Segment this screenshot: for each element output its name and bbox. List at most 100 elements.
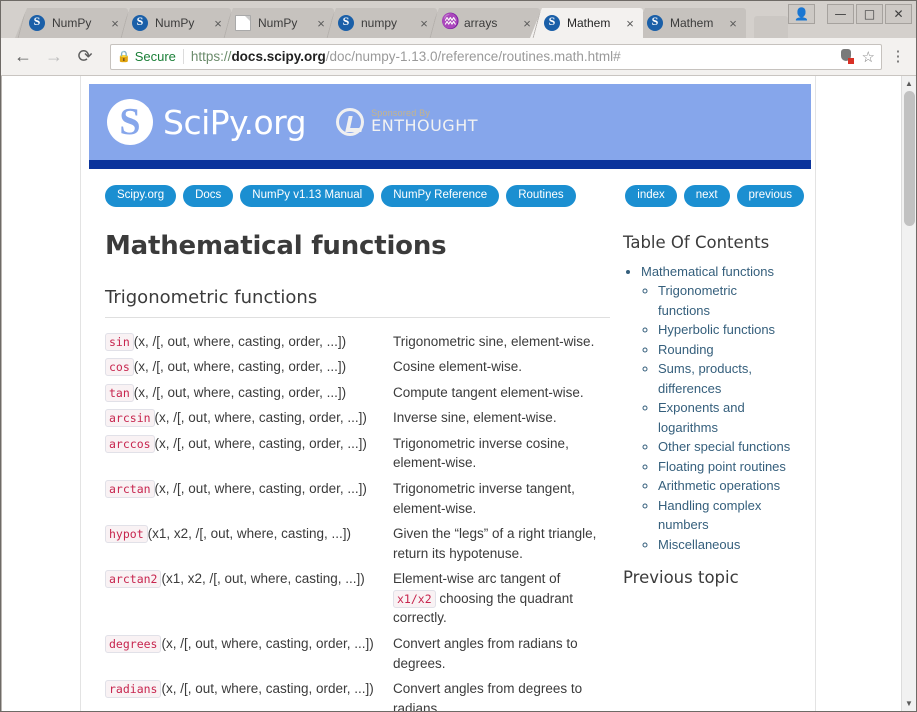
toc-link[interactable]: Exponents and logarithms (658, 400, 745, 435)
toc-item-arithmetic-operations[interactable]: Arithmetic operations (658, 476, 791, 496)
tab-title: NumPy (258, 16, 298, 30)
table-row: cos (x, /[, out, where, casting, order, .… (105, 355, 605, 381)
toc-item-floating-point-routines[interactable]: Floating point routines (658, 457, 791, 477)
security-indicator[interactable]: 🔒 Secure (117, 49, 184, 64)
function-args: (x, /[, out, where, casting, order, ...]… (133, 359, 347, 375)
toc-link[interactable]: Floating point routines (658, 459, 786, 474)
browser-tab-4[interactable]: numpy × (324, 8, 437, 38)
toc-item-exponents-and-logarithms[interactable]: Exponents and logarithms (658, 398, 791, 437)
tab-close-icon[interactable]: × (726, 17, 740, 30)
tab-title: NumPy (155, 16, 195, 30)
function-signature: cos (x, /[, out, where, casting, order, .… (105, 355, 393, 381)
function-args: (x, /[, out, where, casting, order, ...]… (154, 481, 367, 497)
crumb-scipy-org[interactable]: Scipy.org (105, 185, 177, 207)
browser-tab-1[interactable]: NumPy × (15, 8, 128, 38)
table-row: degrees (x, /[, out, where, casting, orde… (105, 632, 605, 677)
function-link[interactable]: arctan (105, 480, 155, 499)
page-content-column: SciPy.org Sponsored By ENTHOUGHT Scipy.o (80, 76, 816, 711)
toc-link[interactable]: Sums, products, differences (658, 361, 752, 396)
scroll-up-arrow-icon[interactable]: ▲ (902, 76, 916, 91)
crumb-routines[interactable]: Routines (506, 185, 576, 207)
tab-close-icon[interactable]: × (108, 17, 122, 30)
maximize-button[interactable]: □ (856, 4, 883, 24)
reload-button[interactable]: ⟳ (71, 43, 99, 71)
toc-item-rounding[interactable]: Rounding (658, 340, 791, 360)
function-link[interactable]: radians (105, 680, 162, 699)
function-link[interactable]: cos (105, 358, 134, 377)
toc-link[interactable]: Arithmetic operations (658, 478, 780, 493)
function-link[interactable]: degrees (105, 634, 162, 653)
toc-item-other-special-functions[interactable]: Other special functions (658, 437, 791, 457)
toc-item-hyperbolic-functions[interactable]: Hyperbolic functions (658, 320, 791, 340)
tab-close-icon[interactable]: × (314, 17, 328, 30)
chrome-menu-icon[interactable]: ⋮ (888, 49, 908, 64)
toc-item-trigonometric-functions[interactable]: Trigonometric functions (658, 281, 791, 320)
crumb-numpy-reference[interactable]: NumPy Reference (381, 185, 500, 207)
previous-topic-heading: Previous topic (623, 568, 739, 588)
minimize-button[interactable]: — (827, 4, 854, 24)
page-viewport: SciPy.org Sponsored By ENTHOUGHT Scipy.o (1, 76, 916, 711)
scipy-banner: SciPy.org Sponsored By ENTHOUGHT (89, 84, 811, 160)
toc-link-mathematical-functions[interactable]: Mathematical functions (641, 264, 774, 279)
toc-link[interactable]: Rounding (658, 342, 714, 357)
toc-item-handling-complex-numbers[interactable]: Handling complex numbers (658, 496, 791, 535)
function-link[interactable]: arccos (105, 434, 155, 453)
function-signature: sin (x, /[, out, where, casting, order, .… (105, 330, 393, 356)
bookmark-star-icon[interactable]: ☆ (862, 48, 875, 66)
page-title: Mathematical functions (105, 230, 447, 261)
function-args: (x, /[, out, where, casting, order, ...]… (154, 410, 367, 426)
table-row: tan (x, /[, out, where, casting, order, .… (105, 381, 605, 407)
inline-code: x1/x2 (393, 589, 436, 608)
nav-previous-link[interactable]: previous (736, 185, 804, 207)
profile-icon[interactable]: 👤 (788, 4, 815, 24)
toc-sublist: Trigonometric functions Hyperbolic funct… (641, 281, 791, 554)
function-link[interactable]: arctan2 (105, 570, 162, 589)
forward-button[interactable]: → (40, 43, 68, 71)
page-scrollbar-vertical[interactable]: ▲ ▼ (901, 76, 916, 711)
new-tab-button[interactable] (754, 16, 788, 38)
function-description: Trigonometric inverse tangent, element-w… (393, 481, 575, 516)
toc-item-miscellaneous[interactable]: Miscellaneous (658, 535, 791, 555)
nav-index-link[interactable]: index (625, 185, 677, 207)
function-link[interactable]: tan (105, 383, 134, 402)
browser-tab-5[interactable]: arrays × (427, 8, 540, 38)
tab-close-icon[interactable]: × (623, 17, 637, 30)
sponsor-text: Sponsored By ENTHOUGHT (371, 108, 478, 135)
tab-close-icon[interactable]: × (520, 17, 534, 30)
function-link[interactable]: sin (105, 332, 134, 351)
scrollbar-thumb[interactable] (904, 91, 915, 226)
nav-next-link[interactable]: next (683, 185, 730, 207)
tab-close-icon[interactable]: × (211, 17, 225, 30)
scipy-logo-icon[interactable] (107, 99, 153, 145)
toc-link[interactable]: Handling complex numbers (658, 498, 761, 533)
browser-tab-3[interactable]: NumPy × (221, 8, 334, 38)
table-row: arccos (x, /[, out, where, casting, order… (105, 432, 605, 477)
sponsor-block[interactable]: Sponsored By ENTHOUGHT (336, 108, 478, 136)
tab-close-icon[interactable]: × (417, 17, 431, 30)
close-button[interactable]: ✕ (885, 4, 912, 24)
function-link[interactable]: hypot (105, 525, 148, 544)
scipy-favicon-icon (647, 15, 663, 31)
function-description: Given the “legs” of a right triangle, re… (393, 526, 597, 561)
scipy-logo-text[interactable]: SciPy.org (163, 103, 307, 142)
blocked-content-icon[interactable] (840, 49, 854, 64)
browser-tab-7[interactable]: Mathem × (633, 8, 746, 38)
toc-link[interactable]: Miscellaneous (658, 537, 740, 552)
scroll-down-arrow-icon[interactable]: ▼ (902, 696, 916, 711)
toc-item-root[interactable]: Mathematical functions Trigonometric fun… (641, 262, 791, 555)
toc-link[interactable]: Other special functions (658, 439, 790, 454)
main-column: Mathematical functions Trigonometric fun… (89, 223, 610, 711)
address-bar[interactable]: 🔒 Secure https://docs.scipy.org/doc/nump… (110, 43, 882, 70)
lock-icon: 🔒 (117, 51, 131, 63)
table-row: radians (x, /[, out, where, casting, orde… (105, 677, 605, 711)
browser-tab-2[interactable]: NumPy × (118, 8, 231, 38)
function-args: (x, /[, out, where, casting, order, ...]… (154, 435, 367, 451)
toc-link[interactable]: Trigonometric functions (658, 283, 737, 318)
back-button[interactable]: ← (9, 43, 37, 71)
browser-tab-6-active[interactable]: Mathem × (530, 8, 643, 38)
crumb-numpy-manual[interactable]: NumPy v1.13 Manual (240, 185, 375, 207)
toc-item-sums-products-differences[interactable]: Sums, products, differences (658, 359, 791, 398)
toc-link[interactable]: Hyperbolic functions (658, 322, 775, 337)
crumb-docs[interactable]: Docs (183, 185, 234, 207)
function-link[interactable]: arcsin (105, 409, 155, 428)
